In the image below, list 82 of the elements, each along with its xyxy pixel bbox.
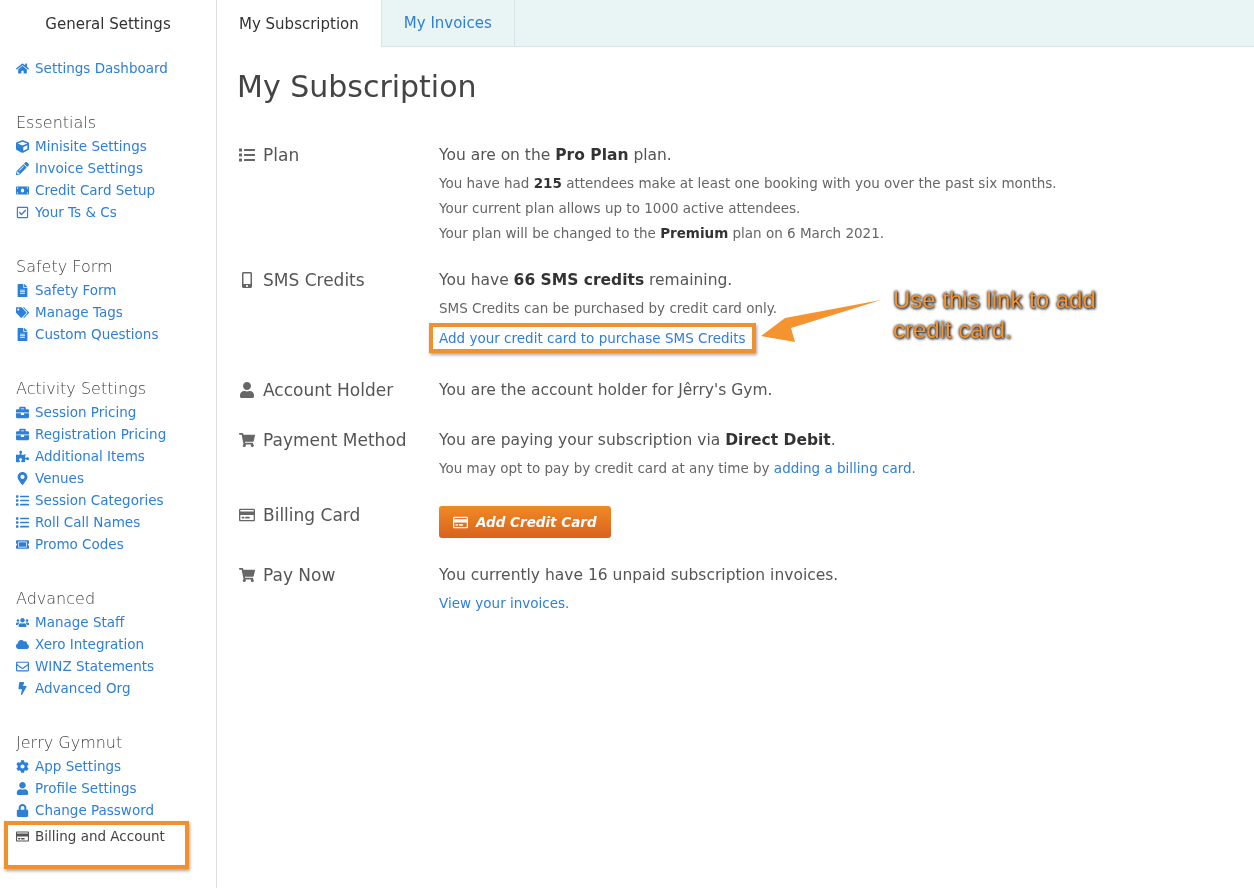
sidebar-item[interactable]: Manage Tags bbox=[16, 301, 216, 323]
map-pin-icon bbox=[16, 471, 29, 485]
paragraph: You have had 215 attendees make at least one booking with you over the past six months. bbox=[439, 174, 1057, 193]
sidebar-item[interactable]: Xero Integration bbox=[16, 633, 216, 655]
sidebar-item[interactable]: Invoice Settings bbox=[16, 157, 216, 179]
sidebar-item[interactable]: Custom Questions bbox=[16, 323, 216, 345]
paragraph: SMS Credits can be purchased by credit card only. bbox=[439, 299, 778, 318]
add-credit-card-button[interactable]: Add Credit Card bbox=[439, 506, 611, 538]
settings-icon bbox=[16, 759, 29, 773]
sidebar-item[interactable]: Additional Items bbox=[16, 445, 216, 467]
sidebar-item[interactable]: Advanced Org bbox=[16, 677, 216, 699]
users-icon bbox=[16, 615, 29, 629]
tags-icon bbox=[16, 305, 29, 319]
paragraph: You are on the Pro Plan plan. bbox=[439, 145, 673, 166]
sidebar-item[interactable]: Settings Dashboard bbox=[16, 57, 216, 79]
list-icon bbox=[16, 493, 29, 507]
sidebar-item[interactable]: Registration Pricing bbox=[16, 423, 216, 445]
list-icon bbox=[239, 147, 255, 163]
paragraph: Your plan will be changed to the Premium plan on 6 March 2021. bbox=[439, 224, 886, 243]
sidebar-item[interactable]: Manage Staff bbox=[16, 611, 216, 633]
sidebar-title: General Settings bbox=[44, 13, 172, 35]
callout-text: Use this link to add credit card. bbox=[893, 285, 1097, 345]
row-label: Plan bbox=[263, 145, 300, 165]
sidebar-item[interactable]: Profile Settings bbox=[16, 777, 216, 799]
row-label: Account Holder bbox=[263, 380, 394, 400]
sidebar-item[interactable]: Venues bbox=[16, 467, 216, 489]
paragraph: You have 66 SMS credits remaining. bbox=[439, 270, 734, 291]
tab[interactable]: My Invoices bbox=[381, 0, 515, 46]
cloud-icon bbox=[16, 637, 29, 651]
sidebar-item[interactable]: Promo Codes bbox=[16, 533, 216, 555]
envelope-icon bbox=[16, 659, 29, 673]
lock-icon bbox=[16, 803, 29, 817]
credit-card-icon bbox=[453, 514, 468, 530]
link[interactable]: View your invoices. bbox=[439, 593, 570, 613]
sidebar-item[interactable]: App Settings bbox=[16, 755, 216, 777]
page-title: My Subscription bbox=[237, 69, 478, 104]
paragraph: You are the account holder for Jêrry's Gym. bbox=[439, 380, 773, 401]
section-heading: Advanced bbox=[16, 588, 97, 610]
link[interactable]: adding a billing card bbox=[773, 460, 912, 476]
cube-icon bbox=[16, 139, 29, 153]
sidebar-item[interactable]: Billing and Account bbox=[4, 821, 189, 869]
pencil-icon bbox=[16, 161, 29, 175]
phone-icon bbox=[239, 272, 255, 288]
credit-card-icon bbox=[239, 507, 255, 523]
row-label: Pay Now bbox=[263, 565, 336, 585]
puzzle-icon bbox=[16, 449, 29, 463]
section-heading: Activity Settings bbox=[16, 378, 147, 400]
user-icon bbox=[16, 781, 29, 795]
row-label: Payment Method bbox=[263, 430, 407, 450]
cart-icon bbox=[239, 567, 255, 583]
sidebar-item[interactable]: WINZ Statements bbox=[16, 655, 216, 677]
credit-card-icon bbox=[16, 829, 29, 843]
row-label: Billing Card bbox=[263, 505, 361, 525]
paragraph: You may opt to pay by credit card at any time by adding a billing card. bbox=[439, 459, 916, 478]
paragraph: Your current plan allows up to 1000 active attendees. bbox=[439, 199, 802, 218]
sidebar-item[interactable]: Safety Form bbox=[16, 279, 216, 301]
checkbox-icon bbox=[16, 205, 29, 219]
row-label: SMS Credits bbox=[263, 270, 365, 290]
section-heading: Safety Form bbox=[16, 256, 114, 278]
paragraph: You currently have 16 unpaid subscription invoices. bbox=[439, 565, 839, 586]
sidebar-item[interactable]: Session Pricing bbox=[16, 401, 216, 423]
sidebar-item[interactable]: Roll Call Names bbox=[16, 511, 216, 533]
list-icon bbox=[16, 515, 29, 529]
ticket-icon bbox=[16, 537, 29, 551]
sidebar-item[interactable]: Minisite Settings bbox=[16, 135, 216, 157]
sidebar-item[interactable]: Session Categories bbox=[16, 489, 216, 511]
user-icon bbox=[239, 382, 255, 398]
document-icon bbox=[16, 327, 29, 341]
section-heading: Jerry Gymnut bbox=[16, 732, 124, 754]
briefcase-icon bbox=[16, 427, 29, 441]
tab[interactable]: My Subscription bbox=[217, 0, 382, 47]
paragraph: You are paying your subscription via Direct Debit. bbox=[439, 430, 837, 451]
home-icon bbox=[16, 61, 29, 75]
cart-icon bbox=[239, 432, 255, 448]
sidebar-item[interactable]: Change Password bbox=[16, 799, 216, 821]
document-icon bbox=[16, 283, 29, 297]
sidebar-item[interactable]: Credit Card Setup bbox=[16, 179, 216, 201]
briefcase-icon bbox=[16, 405, 29, 419]
link[interactable]: Add your credit card to purchase SMS Credits bbox=[429, 323, 756, 353]
lightning-icon bbox=[16, 681, 29, 695]
sidebar-item[interactable]: Your Ts & Cs bbox=[16, 201, 216, 223]
section-heading: Essentials bbox=[16, 112, 98, 134]
